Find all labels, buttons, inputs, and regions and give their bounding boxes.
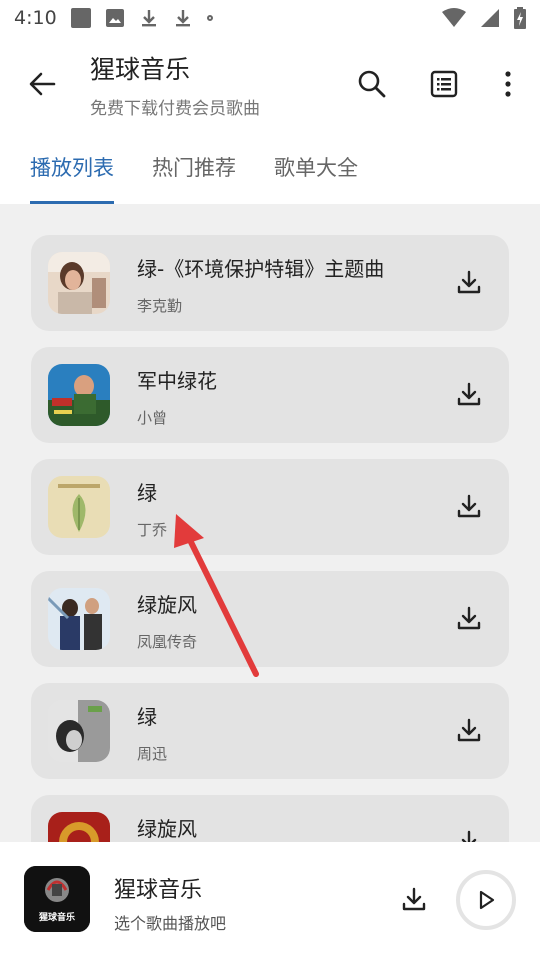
download-icon [175, 10, 190, 27]
download-icon [461, 830, 477, 842]
app-subtitle: 免费下载付费会员歌曲 [90, 99, 260, 119]
album-cover [48, 364, 110, 426]
download-icon [457, 382, 481, 406]
search-button[interactable] [354, 66, 390, 102]
song-artist: 丁乔 [137, 521, 168, 539]
album-cover [48, 252, 110, 314]
more-options-button[interactable] [490, 66, 526, 102]
song-title: 绿 [137, 481, 157, 505]
tab-hot-recommend[interactable]: 热门推荐 [152, 140, 236, 204]
song-item[interactable]: 绿 周迅 [31, 683, 509, 779]
download-button[interactable] [453, 491, 485, 523]
album-cover [48, 700, 110, 762]
download-icon [402, 887, 426, 911]
back-button[interactable] [24, 66, 60, 102]
list-icon [430, 70, 458, 98]
album-cover [48, 812, 110, 842]
notification-square-icon [70, 8, 91, 28]
tab-bar: 播放列表 热门推荐 歌单大全 [0, 140, 540, 204]
song-item[interactable]: 绿-《环境保护特辑》主题曲 李克勤 [31, 235, 509, 331]
song-artist: 小曾 [137, 409, 168, 427]
battery-charging-icon [514, 7, 526, 29]
song-title: 绿旋风 [137, 593, 197, 617]
download-icon [457, 606, 481, 630]
tab-playlist[interactable]: 播放列表 [30, 140, 114, 204]
status-icons-left [70, 8, 213, 28]
status-bar: 4:10 [0, 0, 540, 36]
download-button[interactable] [453, 715, 485, 747]
song-artist: 李克勤 [137, 297, 183, 315]
status-icons-right [442, 7, 526, 29]
album-cover [48, 588, 110, 650]
player-cover: 猩球音乐 [24, 866, 90, 932]
song-title: 绿 [137, 705, 157, 729]
download-icon [141, 10, 156, 27]
download-icon [457, 494, 481, 518]
more-vertical-icon [505, 71, 511, 97]
song-artist: 凤凰传奇 [137, 633, 198, 651]
app-title: 猩球音乐 [90, 55, 191, 84]
dot-icon [206, 15, 213, 21]
download-button[interactable] [453, 603, 485, 635]
song-title: 军中绿花 [137, 369, 217, 393]
download-button[interactable] [453, 379, 485, 411]
search-icon [358, 70, 386, 98]
song-title: 绿旋风 [137, 817, 197, 841]
player-download-button[interactable] [398, 884, 430, 916]
image-icon [105, 9, 124, 27]
download-button[interactable] [453, 827, 485, 842]
player-subtitle: 选个歌曲播放吧 [114, 914, 227, 933]
song-item[interactable]: 绿旋风 凤凰传奇 [31, 571, 509, 667]
song-item[interactable]: 军中绿花 小曾 [31, 347, 509, 443]
back-arrow-icon [29, 72, 56, 96]
playlist-button[interactable] [426, 66, 462, 102]
play-icon [479, 890, 495, 910]
song-list: 绿-《环境保护特辑》主题曲 李克勤 军中绿花 小曾 绿 丁乔 绿旋风 凤凰传奇 [0, 204, 540, 842]
player-title: 猩球音乐 [114, 878, 203, 903]
play-button[interactable] [456, 870, 516, 930]
mini-player[interactable]: 猩球音乐 猩球音乐 选个歌曲播放吧 [0, 842, 540, 960]
song-item[interactable]: 绿旋风 [31, 795, 509, 842]
download-button[interactable] [453, 267, 485, 299]
song-artist: 周迅 [137, 745, 168, 763]
status-time: 4:10 [14, 7, 57, 29]
song-item[interactable]: 绿 丁乔 [31, 459, 509, 555]
player-cover-label: 猩球音乐 [38, 913, 75, 923]
download-icon [457, 718, 481, 742]
app-bar: 猩球音乐 免费下载付费会员歌曲 [0, 40, 540, 130]
song-title: 绿-《环境保护特辑》主题曲 [137, 257, 385, 281]
album-cover [48, 476, 110, 538]
tab-songlists[interactable]: 歌单大全 [274, 140, 358, 204]
download-icon [457, 270, 481, 294]
wifi-icon [442, 8, 466, 27]
signal-icon [481, 9, 499, 27]
